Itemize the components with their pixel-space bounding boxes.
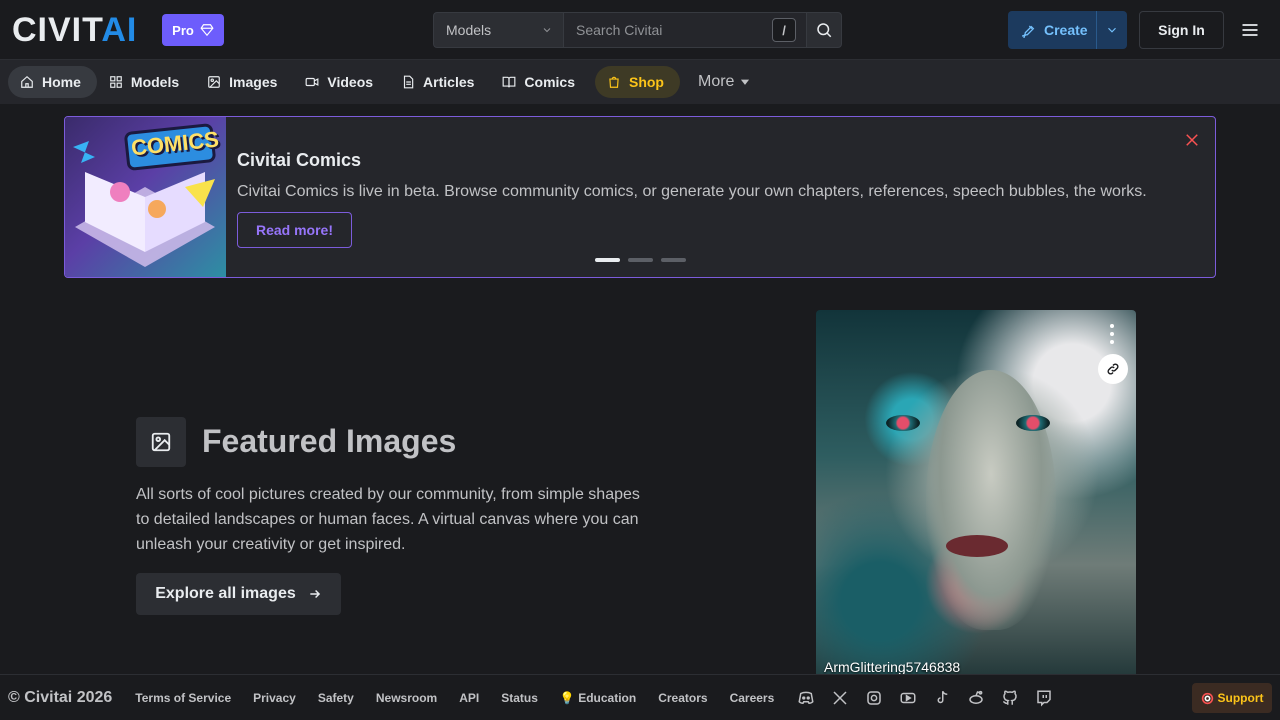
home-icon	[21, 75, 33, 88]
link-icon	[1107, 363, 1119, 375]
top-header: CIVITAI Pro Models Search Civitai / Crea…	[0, 0, 1280, 60]
footer-link-api[interactable]: API	[459, 691, 479, 705]
grid-icon	[110, 76, 122, 88]
comics-banner-image: COMICS	[65, 117, 226, 277]
card-username[interactable]: ArmGlittering5746838	[824, 659, 960, 674]
nav-item-shop[interactable]: Shop	[594, 66, 680, 98]
footer-link-education[interactable]: 💡 Education	[560, 691, 636, 705]
github-icon[interactable]	[1000, 688, 1020, 708]
footer-link-terms[interactable]: Terms of Service	[135, 691, 231, 705]
search-shortcut-key: /	[772, 18, 796, 42]
read-more-button[interactable]: Read more!	[237, 212, 352, 248]
sign-in-button[interactable]: Sign In	[1139, 11, 1224, 49]
featured-images-icon-box	[136, 417, 186, 467]
book-icon	[502, 76, 516, 88]
announcement-banner: COMICS Civitai Comics Civitai Comics is …	[64, 116, 1216, 278]
x-icon[interactable]	[830, 688, 850, 708]
create-button[interactable]: Create	[1008, 11, 1097, 49]
footer-link-newsroom[interactable]: Newsroom	[376, 691, 437, 705]
search-category-select[interactable]: Models	[433, 12, 564, 48]
search-bar: Models Search Civitai /	[433, 12, 842, 48]
discord-icon[interactable]	[796, 688, 816, 708]
nav-item-home[interactable]: Home	[8, 66, 97, 98]
article-icon	[403, 75, 414, 89]
footer-link-privacy[interactable]: Privacy	[253, 691, 296, 705]
footer-link-careers[interactable]: Careers	[730, 691, 775, 705]
main-nav: Home Models Images Videos Articles Comic…	[0, 60, 1280, 104]
slide-indicator[interactable]	[595, 258, 620, 262]
section-title: Featured Images	[202, 423, 457, 459]
chevron-down-icon	[1108, 27, 1116, 33]
twitch-icon[interactable]	[1034, 688, 1054, 708]
explore-all-images-button[interactable]: Explore all images	[136, 573, 341, 615]
pro-button[interactable]: Pro	[162, 14, 224, 46]
nav-item-models[interactable]: Models	[97, 66, 195, 98]
instagram-icon[interactable]	[864, 688, 884, 708]
nav-item-comics[interactable]: Comics	[490, 66, 591, 98]
create-button-group: Create	[1008, 11, 1127, 49]
lifebuoy-icon	[1201, 692, 1213, 704]
card-menu-button[interactable]	[1110, 324, 1114, 344]
featured-image-card[interactable]: ArmGlittering5746838	[816, 310, 1136, 674]
copyright: © Civitai 2026	[8, 688, 113, 706]
banner-slide-indicators	[595, 258, 686, 262]
nav-item-articles[interactable]: Articles	[389, 66, 490, 98]
image-icon	[151, 432, 171, 452]
image-icon	[208, 76, 220, 88]
card-remix-button[interactable]	[1098, 354, 1128, 384]
search-icon	[817, 23, 832, 38]
banner-description: Civitai Comics is live in beta. Browse c…	[237, 183, 1147, 200]
footer-link-status[interactable]: Status	[501, 691, 538, 705]
menu-icon	[1242, 24, 1258, 36]
footer-link-safety[interactable]: Safety	[318, 691, 354, 705]
support-button[interactable]: Support	[1192, 683, 1272, 713]
banner-close-button[interactable]	[1183, 131, 1201, 149]
caret-down-icon	[741, 79, 750, 85]
featured-image	[926, 370, 1056, 630]
shopping-bag-icon	[609, 76, 619, 88]
close-icon	[1186, 134, 1198, 146]
arrow-right-icon	[310, 589, 320, 599]
reddit-icon[interactable]	[966, 688, 986, 708]
social-links	[796, 688, 1054, 708]
civitai-logo[interactable]: CIVITAI	[12, 13, 137, 47]
footer: © Civitai 2026 Terms of Service Privacy …	[0, 674, 1280, 720]
youtube-icon[interactable]	[898, 688, 918, 708]
footer-link-creators[interactable]: Creators	[658, 691, 707, 705]
search-input[interactable]: Search Civitai /	[564, 12, 806, 48]
chevron-down-icon	[543, 28, 551, 33]
video-icon	[305, 77, 319, 87]
section-description: All sorts of cool pictures created by ou…	[136, 486, 640, 553]
nav-more-dropdown[interactable]: More	[680, 66, 768, 98]
search-button[interactable]	[806, 12, 842, 48]
hamburger-menu-button[interactable]	[1238, 18, 1262, 42]
slide-indicator[interactable]	[661, 258, 686, 262]
create-dropdown-toggle[interactable]	[1097, 23, 1127, 37]
tiktok-icon[interactable]	[932, 688, 952, 708]
nav-item-images[interactable]: Images	[195, 66, 293, 98]
brush-icon	[1021, 25, 1035, 38]
nav-item-videos[interactable]: Videos	[293, 66, 389, 98]
diamond-icon	[200, 24, 214, 37]
banner-title: Civitai Comics	[237, 150, 362, 170]
slide-indicator[interactable]	[628, 258, 653, 262]
